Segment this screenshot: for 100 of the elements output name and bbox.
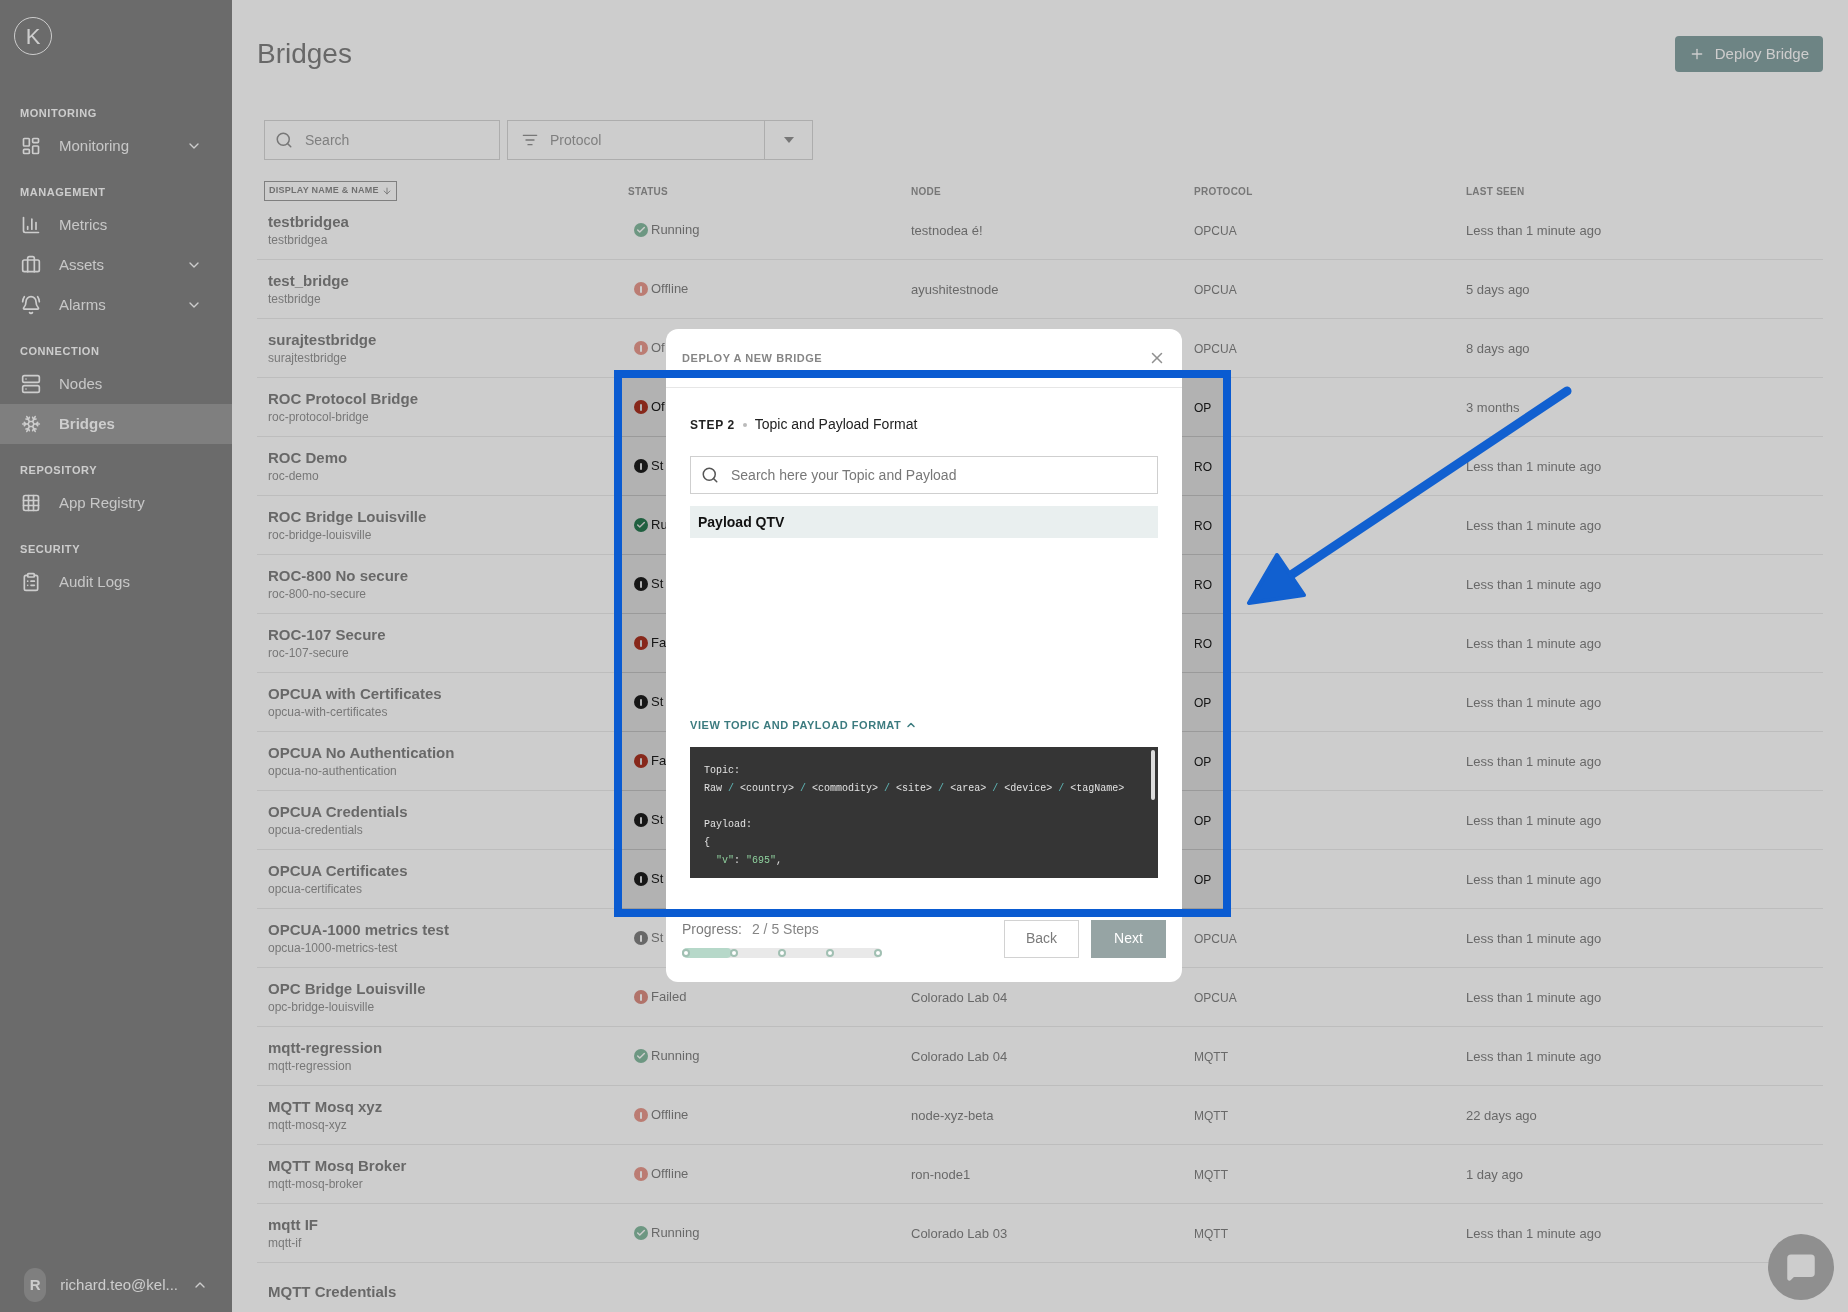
page-title: Bridges: [257, 37, 352, 71]
bridge-slug: roc-107-secure: [268, 645, 350, 661]
protocol-text: MQTT: [1194, 1168, 1228, 1182]
status-text: St: [651, 457, 664, 476]
last-seen-text: Less than 1 minute ago: [1466, 813, 1602, 828]
last-seen-text: Less than 1 minute ago: [1466, 931, 1602, 946]
server-icon: [20, 373, 42, 395]
bridge-slug: roc-800-no-secure: [268, 586, 368, 602]
bridge-slug: opcua-with-certificates: [268, 704, 389, 720]
column-header[interactable]: PROTOCOL: [1194, 185, 1253, 197]
node-name: ayushitestnode: [911, 282, 999, 297]
bridge-name[interactable]: ROC-800 No secure: [268, 566, 628, 586]
bridge-name[interactable]: testbridgea: [268, 212, 628, 232]
bridge-name[interactable]: OPCUA Credentials: [268, 802, 628, 822]
status-text: St: [651, 693, 664, 712]
last-seen-text: Less than 1 minute ago: [1466, 695, 1602, 710]
last-seen-text: Less than 1 minute ago: [1466, 459, 1602, 474]
bridge-name[interactable]: OPCUA Certificates: [268, 861, 628, 881]
bridge-name[interactable]: test_bridge: [268, 271, 628, 291]
bridge-name[interactable]: mqtt IF: [268, 1215, 628, 1235]
code-line: {: [704, 836, 710, 850]
bar-chart-icon: [20, 214, 42, 236]
bridge-name[interactable]: OPCUA No Authentication: [268, 743, 628, 763]
section-heading: CONNECTION: [20, 343, 100, 359]
bridge-slug: roc-protocol-bridge: [268, 409, 370, 425]
step-title: Topic and Payload Format: [754, 415, 918, 434]
bridge-name[interactable]: MQTT Mosq Broker: [268, 1156, 628, 1176]
protocol-text: OP: [1194, 814, 1212, 828]
protocol-text: OPCUA: [1194, 991, 1237, 1005]
avatar[interactable]: R: [24, 1268, 47, 1302]
status-text: Offline: [651, 1106, 689, 1125]
chat-bubble-icon: [1786, 1252, 1816, 1282]
format-toggle[interactable]: VIEW TOPIC AND PAYLOAD FORMAT: [690, 716, 918, 733]
status-text: Offline: [651, 280, 689, 299]
section-heading: REPOSITORY: [20, 462, 98, 478]
code-line: Topic:: [704, 764, 740, 778]
bridge-name[interactable]: OPCUA-1000 metrics test: [268, 920, 628, 940]
bridge-slug: opcua-no-authentication: [268, 763, 398, 779]
bridge-slug: mqtt-regression: [268, 1058, 353, 1074]
last-seen-text: 5 days ago: [1466, 282, 1530, 297]
bridge-name[interactable]: OPCUA with Certificates: [268, 684, 628, 704]
node-name: Colorado Lab 03: [911, 1226, 1008, 1241]
step-label: STEP 2: [690, 416, 735, 434]
code-line: Raw / <country> / <commodity> / <site> / <area> / <device> / <tagName>: [704, 782, 1125, 796]
last-seen-text: Less than 1 minute ago: [1466, 1049, 1602, 1064]
status-text: Fa: [651, 634, 667, 653]
bridge-name[interactable]: OPC Bridge Louisville: [268, 979, 628, 999]
node-name: testnodea é!: [911, 223, 983, 238]
bridge-slug: testbridgea: [268, 232, 329, 248]
code-line: Payload:: [704, 818, 752, 832]
column-header[interactable]: LAST SEEN: [1466, 185, 1525, 197]
bridge-slug: opc-bridge-louisville: [268, 999, 376, 1015]
bridge-slug: roc-bridge-louisville: [268, 527, 373, 543]
bridge-slug: surajtestbridge: [268, 350, 348, 366]
status-text: St: [651, 870, 664, 889]
protocol-dropdown[interactable]: Protocol: [507, 120, 813, 160]
bridge-name[interactable]: ROC Demo: [268, 448, 628, 468]
protocol-text: MQTT: [1194, 1109, 1228, 1123]
protocol-text: MQTT: [1194, 1050, 1228, 1064]
scrollbar-thumb[interactable]: [1151, 750, 1155, 800]
bridge-slug: mqtt-if: [268, 1235, 303, 1251]
last-seen-text: Less than 1 minute ago: [1466, 754, 1602, 769]
last-seen-text: Less than 1 minute ago: [1466, 1226, 1602, 1241]
column-header[interactable]: NODE: [911, 185, 941, 197]
protocol-text: RO: [1194, 460, 1212, 474]
status-text: St: [651, 811, 664, 830]
status-text: Of: [651, 398, 665, 417]
sort-button[interactable]: DISPLAY NAME & NAME: [264, 181, 397, 201]
protocol-text: RO: [1194, 578, 1212, 592]
deploy-bridge-button[interactable]: Deploy Bridge: [1674, 36, 1823, 72]
protocol-text: OPCUA: [1194, 932, 1237, 946]
bridge-name[interactable]: surajtestbridge: [268, 330, 628, 350]
bridge-name[interactable]: ROC Bridge Louisville: [268, 507, 628, 527]
bridge-name[interactable]: MQTT Credentials: [268, 1282, 628, 1302]
status-text: Failed: [651, 988, 687, 1007]
bridge-name[interactable]: ROC-107 Secure: [268, 625, 628, 645]
column-header[interactable]: STATUS: [628, 185, 668, 197]
user-email[interactable]: richard.teo@kel...: [60, 1273, 178, 1297]
back-button[interactable]: Back: [1004, 919, 1079, 958]
search-field[interactable]: Search: [264, 120, 500, 160]
bridge-name[interactable]: ROC Protocol Bridge: [268, 389, 628, 409]
progress-value: 2 / 5 Steps: [751, 920, 819, 939]
progress-label: Progress:: [682, 920, 742, 939]
result-item[interactable]: Payload QTV: [690, 506, 1158, 538]
last-seen-text: Less than 1 minute ago: [1466, 518, 1602, 533]
bridge-name[interactable]: MQTT Mosq xyz: [268, 1097, 628, 1117]
bridge-name[interactable]: mqtt-regression: [268, 1038, 628, 1058]
search-icon: [701, 466, 719, 484]
protocol-text: RO: [1194, 519, 1212, 533]
topic-search-field[interactable]: Search here your Topic and Payload: [690, 456, 1158, 494]
modal-title: DEPLOY A NEW BRIDGE: [682, 350, 823, 366]
nav-item[interactable]: Bridges: [0, 404, 232, 444]
node-name: Colorado Lab 04: [911, 1049, 1008, 1064]
protocol-text: OPCUA: [1194, 342, 1237, 356]
snowflake-icon: [20, 413, 42, 435]
bridge-slug: roc-demo: [268, 468, 320, 484]
section-heading: MANAGEMENT: [20, 184, 106, 200]
last-seen-text: 8 days ago: [1466, 341, 1530, 356]
status-text: Running: [651, 1224, 700, 1243]
last-seen-text: Less than 1 minute ago: [1466, 636, 1602, 651]
